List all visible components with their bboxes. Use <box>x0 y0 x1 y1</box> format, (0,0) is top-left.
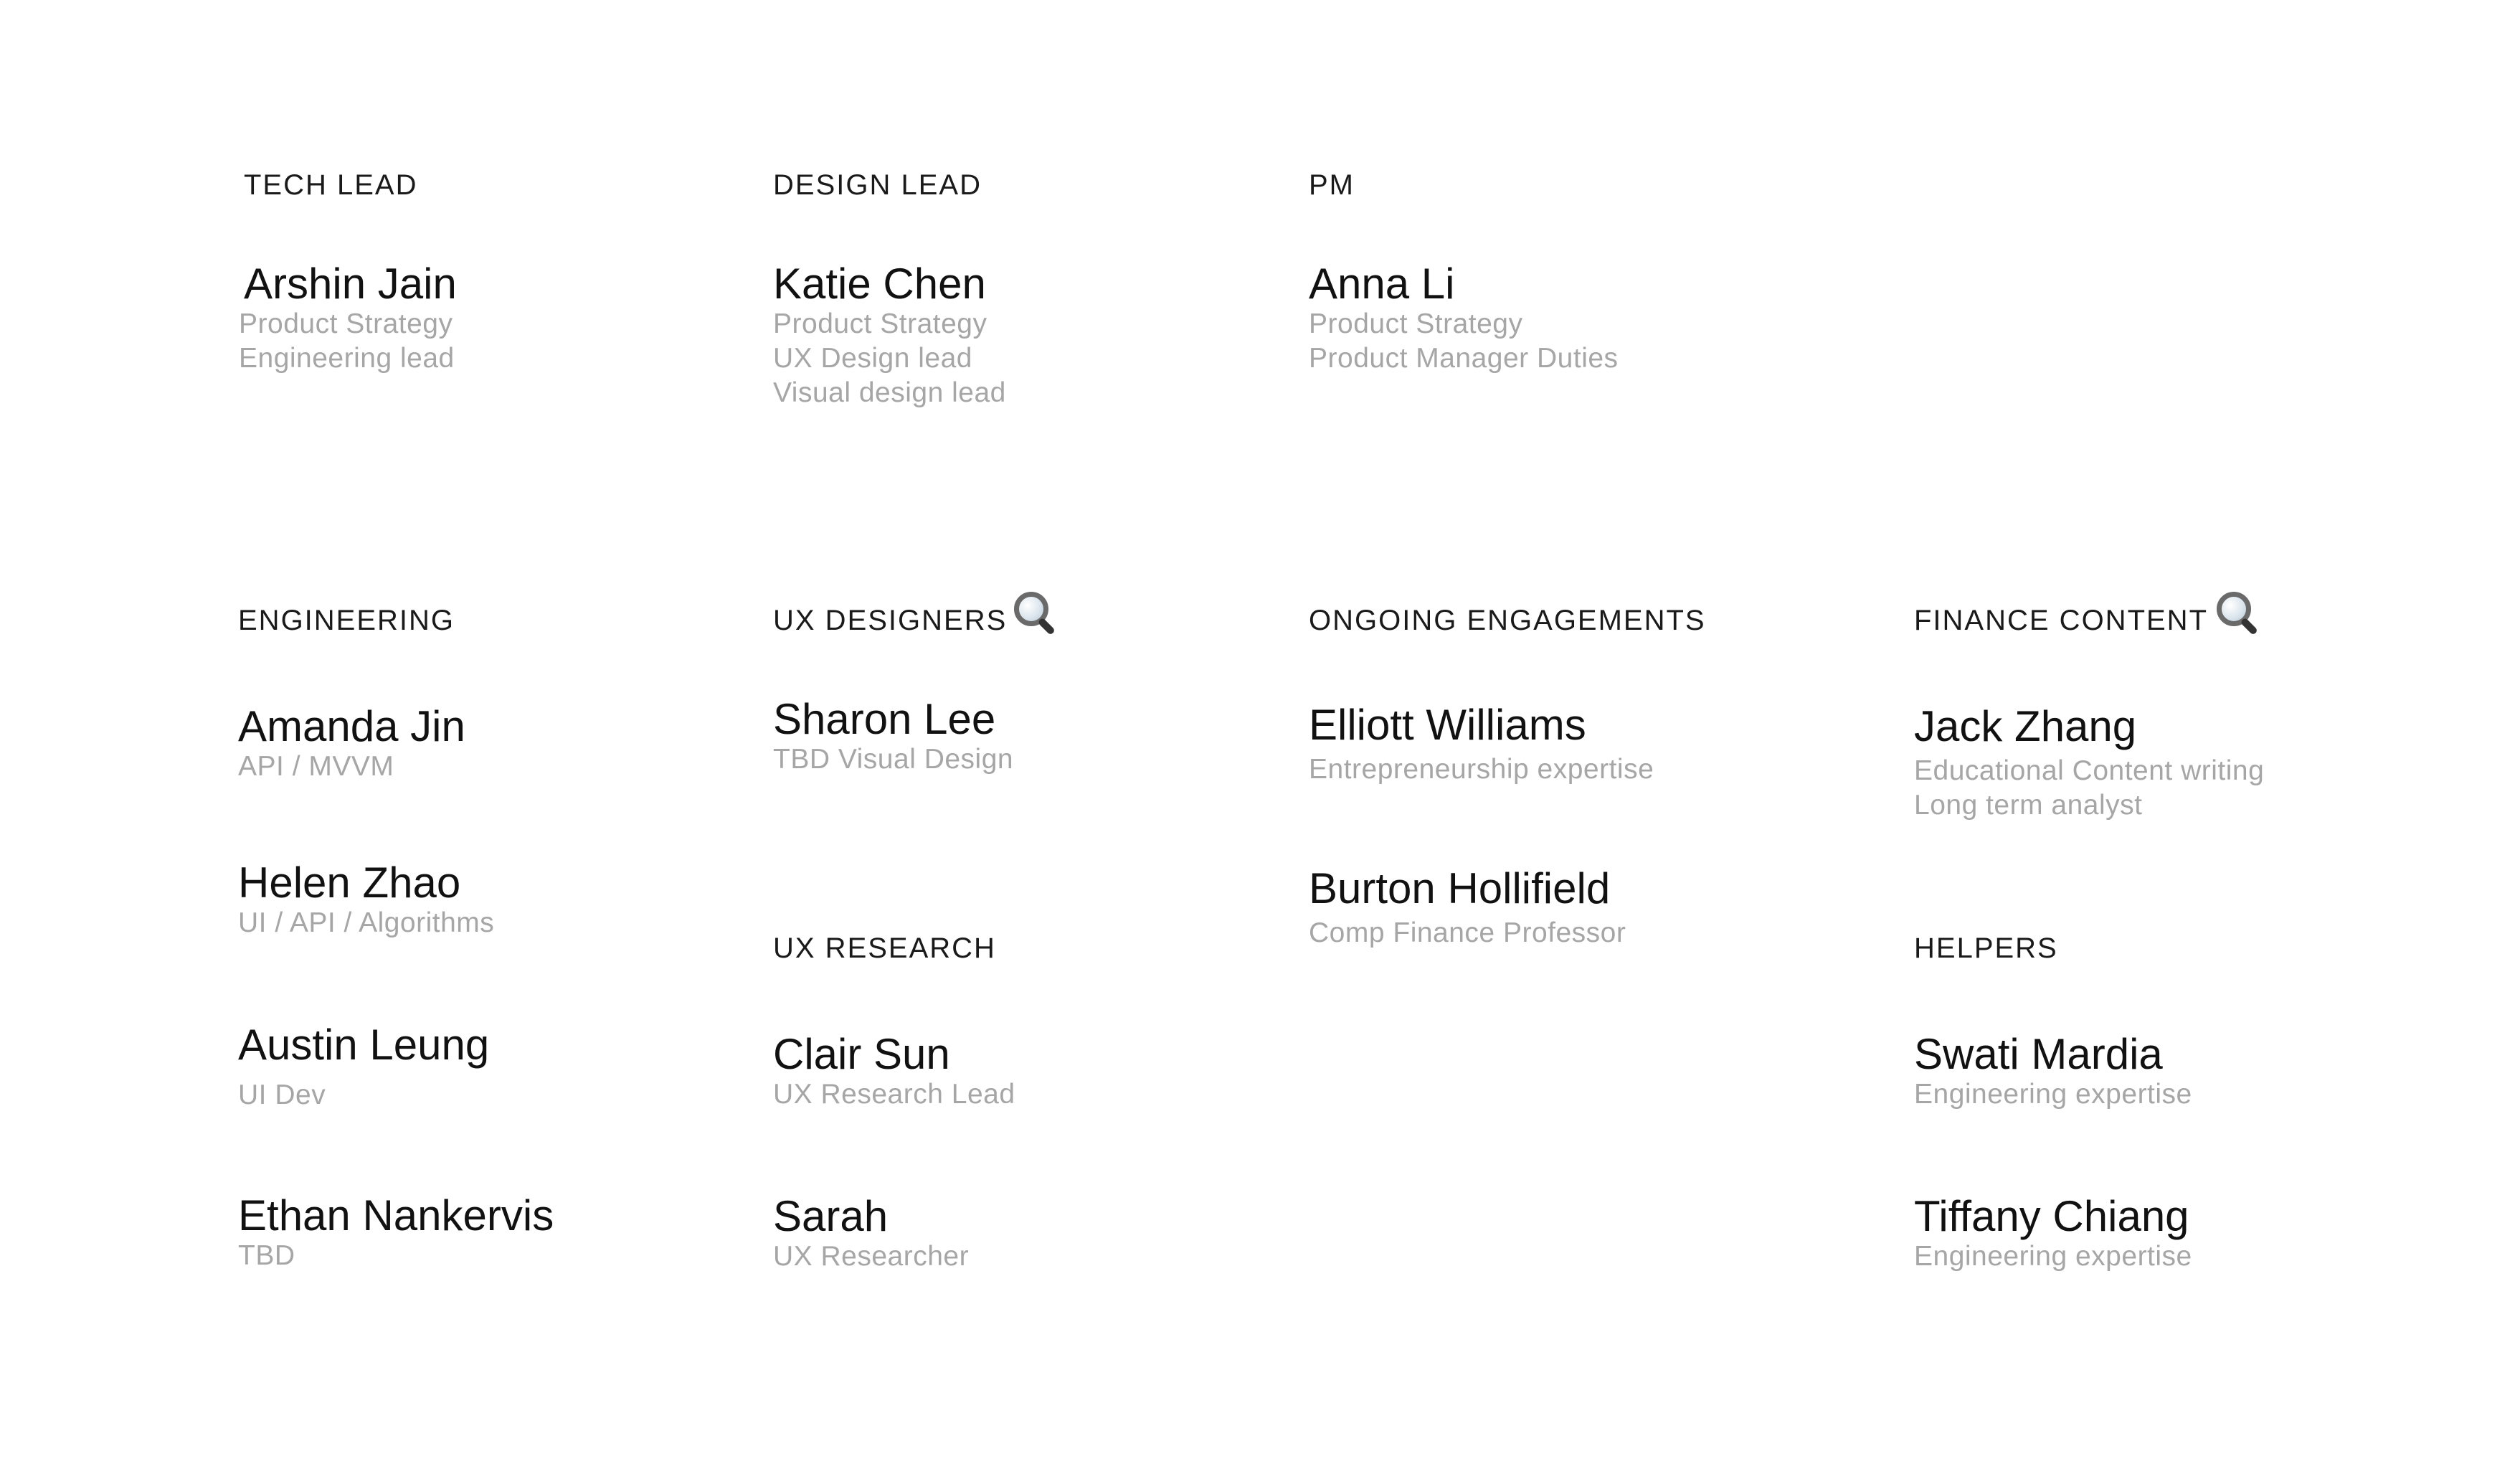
person-role: Entrepreneurship expertise <box>1309 754 1654 785</box>
person-role: Product Strategy <box>773 308 987 339</box>
person-name: Swati Mardia <box>1914 1030 2163 1078</box>
section-ux-research: UX RESEARCH Clair Sun UX Research Lead S… <box>773 932 1015 1272</box>
section-helpers: HELPERS Swati Mardia Engineering experti… <box>1914 932 2192 1272</box>
section-heading: FINANCE CONTENT <box>1914 592 2258 636</box>
search-icon[interactable] <box>1011 589 1057 636</box>
person-role: Engineering expertise <box>1914 1241 2192 1272</box>
person-role: TBD <box>238 1240 295 1271</box>
person-role: UI / API / Algorithms <box>238 907 495 938</box>
section-heading-label: UX DESIGNERS <box>773 605 1008 636</box>
section-design-lead: DESIGN LEAD Katie Chen Product Strategy … <box>773 169 1005 408</box>
person-name: Tiffany Chiang <box>1914 1192 2189 1240</box>
person-card: Jack Zhang Educational Content writing L… <box>1914 704 2264 823</box>
person-card: Katie Chen Product Strategy UX Design le… <box>773 261 1006 410</box>
person-name: Arshin Jain <box>244 260 457 308</box>
section-heading: ONGOING ENGAGEMENTS <box>1309 605 1706 636</box>
person-card: Tiffany Chiang Engineering expertise <box>1914 1194 2192 1274</box>
person-name: Helen Zhao <box>238 859 461 907</box>
section-ux-designers: UX DESIGNERS Sharon Lee TBD Visual Desig… <box>773 592 1056 775</box>
person-role: Product Strategy <box>239 308 453 339</box>
section-heading: HELPERS <box>1914 932 2058 964</box>
search-icon-handle <box>1037 617 1056 636</box>
person-card: Sharon Lee TBD Visual Design <box>773 696 1013 777</box>
person-role: Product Manager Duties <box>1309 343 1619 374</box>
person-role: API / MVVM <box>238 751 394 782</box>
section-ongoing-engagements: ONGOING ENGAGEMENTS Elliott Williams Ent… <box>1309 605 1706 948</box>
section-heading: TECH LEAD <box>244 169 418 201</box>
person-name: Sharon Lee <box>773 695 996 743</box>
section-heading: ENGINEERING <box>238 605 455 636</box>
search-icon-handle <box>2240 617 2258 636</box>
section-finance-content: FINANCE CONTENT Jack Zhang Educational C… <box>1914 592 2264 821</box>
person-card: Burton Hollifield Comp Finance Professor <box>1309 866 1626 950</box>
person-card: Ethan Nankervis TBD <box>238 1193 554 1273</box>
person-name: Sarah <box>773 1192 889 1240</box>
section-heading: PM <box>1309 169 1355 201</box>
person-card: Clair Sun UX Research Lead <box>773 1031 1015 1112</box>
person-card: Anna Li Product Strategy Product Manager… <box>1309 261 1619 376</box>
section-heading: DESIGN LEAD <box>773 169 982 201</box>
person-name: Katie Chen <box>773 260 986 308</box>
person-name: Anna Li <box>1309 260 1455 308</box>
person-role: Long term analyst <box>1914 790 2143 821</box>
person-card: Arshin Jain Product Strategy Engineering… <box>239 260 457 376</box>
person-name: Amanda Jin <box>238 702 465 750</box>
person-role: Comp Finance Professor <box>1309 917 1626 948</box>
person-card: Austin Leung UI Dev <box>238 1022 489 1113</box>
person-role: Product Strategy <box>1309 308 1523 339</box>
person-card: Sarah UX Researcher <box>773 1194 969 1274</box>
person-role: UX Researcher <box>773 1241 970 1272</box>
person-name: Ethan Nankervis <box>238 1191 554 1239</box>
section-heading-label: FINANCE CONTENT <box>1914 605 2208 636</box>
person-role: Engineering expertise <box>1914 1079 2192 1110</box>
person-role: Visual design lead <box>773 377 1006 408</box>
person-role: Educational Content writing <box>1914 755 2265 786</box>
section-pm: PM Anna Li Product Strategy Product Mana… <box>1309 169 1618 374</box>
person-name: Austin Leung <box>238 1021 490 1069</box>
section-heading: UX DESIGNERS <box>773 592 1056 636</box>
section-heading: UX RESEARCH <box>773 932 996 964</box>
person-role: UI Dev <box>238 1080 326 1110</box>
person-name: Clair Sun <box>773 1030 950 1078</box>
person-name: Burton Hollifield <box>1309 864 1611 912</box>
section-engineering: ENGINEERING Amanda Jin API / MVVM Helen … <box>238 605 554 1271</box>
person-role: Engineering lead <box>239 343 455 374</box>
person-name: Jack Zhang <box>1914 702 2137 750</box>
person-role: UX Research Lead <box>773 1079 1015 1110</box>
person-card: Amanda Jin API / MVVM <box>238 704 465 784</box>
person-name: Elliott Williams <box>1309 701 1586 749</box>
person-card: Swati Mardia Engineering expertise <box>1914 1031 2192 1112</box>
person-card: Elliott Williams Entrepreneurship expert… <box>1309 702 1654 787</box>
person-role: TBD Visual Design <box>773 744 1014 775</box>
person-role: UX Design lead <box>773 343 972 374</box>
section-tech-lead: TECH LEAD Arshin Jain Product Strategy E… <box>239 169 457 374</box>
person-card: Helen Zhao UI / API / Algorithms <box>238 860 494 940</box>
search-icon[interactable] <box>2214 589 2260 636</box>
